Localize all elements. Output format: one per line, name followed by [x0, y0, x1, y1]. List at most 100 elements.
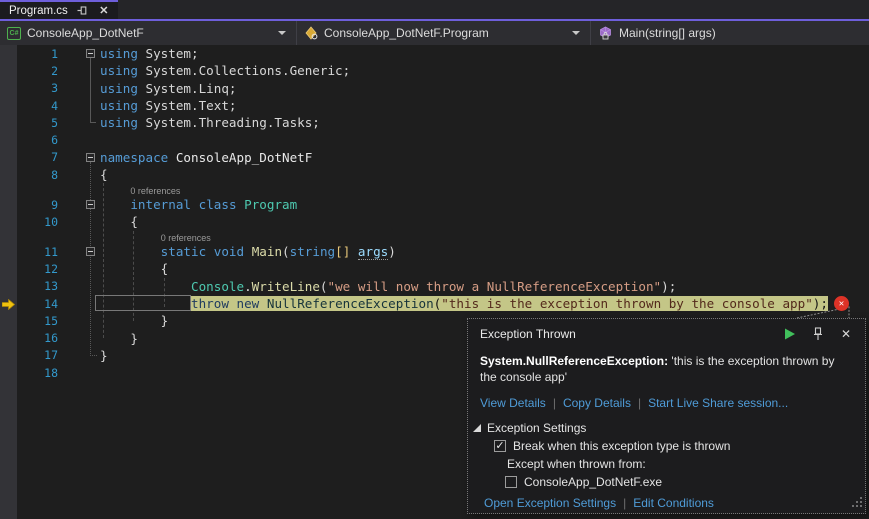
fold-column [58, 62, 100, 79]
code-text[interactable]: Console.WriteLine("we will now throw a N… [100, 279, 676, 294]
fold-column [58, 243, 100, 260]
module-option-row[interactable]: ConsoleApp_DotNetF.exe [468, 475, 865, 489]
method-private-icon [598, 26, 613, 40]
chevron-down-icon [572, 31, 580, 35]
code-line-3[interactable]: 3 using System.Linq; [0, 80, 869, 97]
pin-popup-icon[interactable] [811, 327, 825, 341]
document-tab-strip [0, 0, 869, 19]
code-text[interactable]: throw new NullReferenceException("this i… [100, 296, 828, 311]
link-separator: | [616, 496, 633, 510]
code-line-12[interactable]: 12 { [0, 260, 869, 277]
line-number: 16 [0, 331, 58, 345]
fold-column [58, 45, 100, 62]
code-text[interactable]: { [100, 261, 168, 276]
line-number: 12 [0, 262, 58, 276]
code-text[interactable]: using System.Threading.Tasks; [100, 115, 320, 130]
link-view-details[interactable]: View Details [480, 396, 546, 410]
code-line-13[interactable]: 13 Console.WriteLine("we will now throw … [0, 278, 869, 295]
popup-header: Exception Thrown ✕ [468, 319, 865, 341]
code-line-1[interactable]: 1using System; [0, 45, 869, 62]
break-option-label: Break when this exception type is thrown [513, 439, 730, 453]
fold-column [58, 196, 100, 213]
code-line-6[interactable]: 6 [0, 131, 869, 148]
member-dropdown[interactable]: Main(string[] args) [591, 21, 869, 45]
code-line-11[interactable]: 11 static void Main(string[] args) [0, 243, 869, 260]
collapse-region-icon[interactable] [86, 247, 95, 256]
link-copy-details[interactable]: Copy Details [563, 396, 631, 410]
fold-column [58, 114, 100, 131]
fold-column [58, 149, 100, 166]
code-line-7[interactable]: 7 namespace ConsoleApp_DotNetF [0, 149, 869, 166]
line-number: 9 [0, 198, 58, 212]
csharp-project-icon: C# [7, 27, 21, 40]
collapse-region-icon[interactable] [86, 49, 95, 58]
current-statement-arrow-icon [2, 298, 15, 313]
expander-collapse-icon[interactable] [473, 424, 481, 432]
except-when-label: Except when thrown from: [507, 457, 646, 471]
line-number: 2 [0, 64, 58, 78]
project-dropdown[interactable]: C# ConsoleApp_DotNetF [0, 21, 297, 45]
code-text[interactable]: static void Main(string[] args) [100, 244, 396, 259]
line-number: 13 [0, 279, 58, 293]
current-statement-highlight: throw new NullReferenceException("this i… [191, 296, 828, 311]
link-open-exception-settings[interactable]: Open Exception Settings [484, 496, 616, 510]
type-dropdown[interactable]: ConsoleApp_DotNetF.Program [297, 21, 591, 45]
checkbox-checked-icon[interactable]: ✓ [494, 440, 506, 452]
code-line-5[interactable]: 5 using System.Threading.Tasks; [0, 114, 869, 131]
code-text[interactable]: using System.Collections.Generic; [100, 63, 350, 78]
fold-column [58, 213, 100, 230]
code-line-10[interactable]: 10 { [0, 213, 869, 230]
line-number: 5 [0, 116, 58, 130]
resize-grip[interactable] [851, 496, 863, 511]
collapse-region-icon[interactable] [86, 153, 95, 162]
code-text[interactable]: } [100, 348, 108, 363]
line-number: 17 [0, 348, 58, 362]
code-line-2[interactable]: 2 using System.Collections.Generic; [0, 62, 869, 79]
line-number: 7 [0, 150, 58, 164]
code-line-8[interactable]: 8{ [0, 166, 869, 183]
line-number: 15 [0, 314, 58, 328]
codelens-references[interactable]: 0 references [0, 230, 869, 243]
code-text[interactable]: { [100, 167, 108, 182]
code-text[interactable]: internal class Program [100, 197, 297, 212]
except-when-row: Except when thrown from: [468, 457, 865, 471]
code-text[interactable]: namespace ConsoleApp_DotNetF [100, 150, 312, 165]
exception-settings-label: Exception Settings [487, 421, 586, 435]
break-option-row[interactable]: ✓ Break when this exception type is thro… [468, 439, 865, 453]
code-text[interactable]: using System.Text; [100, 98, 237, 113]
fold-column [58, 295, 100, 312]
code-text[interactable]: using System.Linq; [100, 81, 237, 96]
exception-action-links: View Details|Copy Details|Start Live Sha… [480, 396, 865, 410]
exception-settings-header[interactable]: Exception Settings [473, 421, 865, 435]
checkbox-unchecked-icon[interactable] [505, 476, 517, 488]
link-start-live-share-session[interactable]: Start Live Share session... [648, 396, 788, 410]
navigation-bar: C# ConsoleApp_DotNetF ConsoleApp_DotNetF… [0, 21, 869, 45]
code-text[interactable]: using System; [100, 46, 199, 61]
exception-error-icon[interactable]: ✕ [834, 296, 849, 311]
tab-program-cs[interactable]: Program.cs ✕ [0, 0, 118, 19]
vs-editor-window: Program.cs ✕ C# ConsoleApp_DotNetF Conso… [0, 0, 869, 519]
code-line-14[interactable]: 14 throw new NullReferenceException("thi… [0, 295, 869, 312]
project-dropdown-label: ConsoleApp_DotNetF [27, 26, 144, 40]
collapse-region-icon[interactable] [86, 200, 95, 209]
code-line-9[interactable]: 9 internal class Program [0, 196, 869, 213]
link-separator: | [546, 396, 563, 410]
tab-title: Program.cs [9, 5, 68, 17]
line-number: 3 [0, 81, 58, 95]
link-edit-conditions[interactable]: Edit Conditions [633, 496, 714, 510]
code-line-4[interactable]: 4using System.Text; [0, 97, 869, 114]
line-number: 11 [0, 245, 58, 259]
code-text[interactable]: { [100, 214, 138, 229]
code-text[interactable]: } [100, 331, 138, 346]
pin-tab-icon[interactable] [77, 5, 89, 17]
code-text[interactable]: } [100, 313, 168, 328]
codelens-references[interactable]: 0 references [0, 183, 869, 196]
continue-play-icon[interactable] [783, 327, 797, 341]
fold-column [58, 278, 100, 295]
class-icon [304, 26, 318, 40]
popup-title: Exception Thrown [480, 327, 769, 341]
type-dropdown-label: ConsoleApp_DotNetF.Program [324, 26, 489, 40]
exception-type: System.NullReferenceException: [480, 354, 668, 368]
close-tab-icon[interactable]: ✕ [98, 5, 110, 17]
close-popup-icon[interactable]: ✕ [839, 327, 853, 341]
